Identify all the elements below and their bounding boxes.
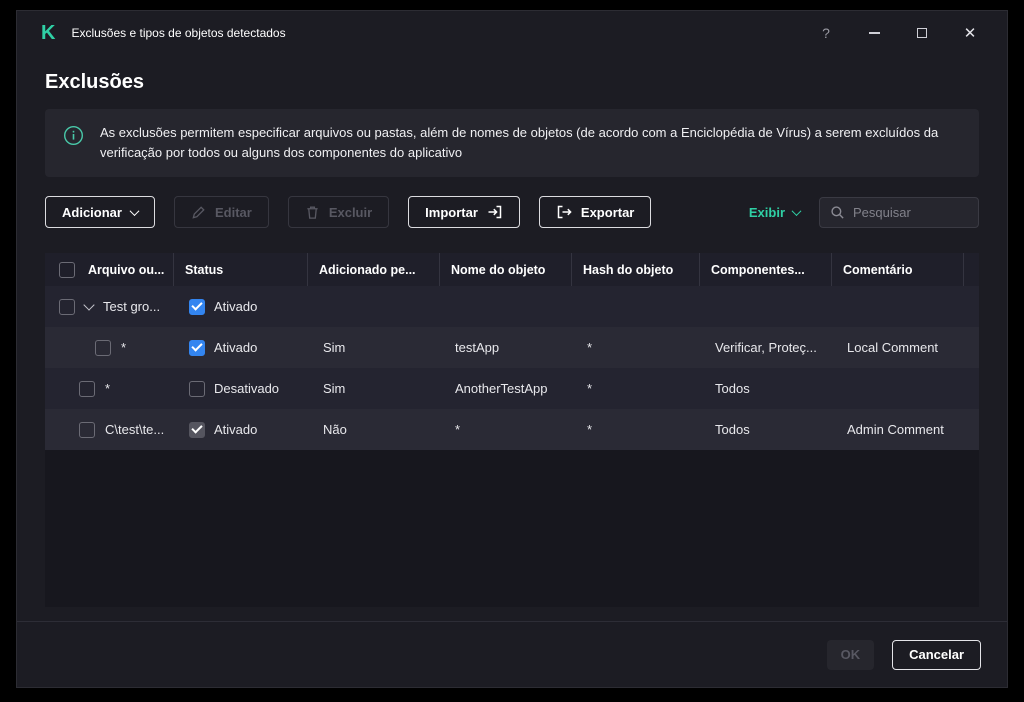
maximize-icon: [917, 28, 927, 38]
cell-comment: Admin Comment: [831, 422, 963, 437]
cell-components: Verificar, Proteç...: [699, 340, 831, 355]
cell-file: *: [45, 340, 173, 356]
table-header: Arquivo ou... Status Adicionado pe... No…: [45, 253, 979, 286]
status-label: Ativado: [214, 299, 257, 314]
main-content: Exclusões As exclusões permitem especifi…: [17, 55, 1007, 621]
info-banner: As exclusões permitem especificar arquiv…: [45, 109, 979, 177]
search-box[interactable]: [819, 197, 979, 228]
window-title: Exclusões e tipos de objetos detectados: [71, 26, 285, 40]
footer-bar: OK Cancelar: [17, 621, 1007, 687]
app-window: K Exclusões e tipos de objetos detectado…: [16, 10, 1008, 688]
file-name: *: [121, 340, 126, 355]
cell-status: Ativado: [173, 299, 307, 315]
status-checkbox[interactable]: [189, 381, 205, 397]
help-button[interactable]: ?: [813, 20, 839, 46]
trash-icon: [305, 205, 320, 220]
cell-file: Test gro...: [45, 299, 173, 315]
table-row[interactable]: C\test\te... Ativado Não * * Todos Admin…: [45, 409, 979, 450]
status-label: Ativado: [214, 422, 257, 437]
export-button-label: Exportar: [581, 205, 634, 220]
status-checkbox[interactable]: [189, 340, 205, 356]
delete-button-label: Excluir: [329, 205, 372, 220]
table-row[interactable]: * Desativado Sim AnotherTestApp * Todos: [45, 368, 979, 409]
titlebar: K Exclusões e tipos de objetos detectado…: [17, 11, 1007, 55]
status-checkbox[interactable]: [189, 422, 205, 438]
page-title: Exclusões: [45, 71, 979, 94]
cell-hash: *: [571, 381, 699, 396]
row-checkbox[interactable]: [79, 381, 95, 397]
minimize-button[interactable]: [861, 20, 887, 46]
info-icon: [63, 125, 84, 151]
import-icon: [487, 204, 503, 220]
status-label: Desativado: [214, 381, 279, 396]
status-label: Ativado: [214, 340, 257, 355]
cell-components: Todos: [699, 381, 831, 396]
select-all-cell: [45, 253, 77, 286]
chevron-down-icon: [792, 206, 802, 216]
ok-button[interactable]: OK: [827, 640, 875, 670]
cancel-button[interactable]: Cancelar: [892, 640, 981, 670]
cell-hash: *: [571, 422, 699, 437]
cell-components: Todos: [699, 422, 831, 437]
row-checkbox[interactable]: [79, 422, 95, 438]
edit-button-label: Editar: [215, 205, 252, 220]
import-button-label: Importar: [425, 205, 478, 220]
info-text: As exclusões permitem especificar arquiv…: [100, 123, 961, 163]
window-controls: ? ✕: [813, 20, 983, 46]
close-button[interactable]: ✕: [957, 20, 983, 46]
column-header-file[interactable]: Arquivo ou...: [77, 253, 173, 286]
column-header-status[interactable]: Status: [173, 253, 307, 286]
status-checkbox[interactable]: [189, 299, 205, 315]
select-all-checkbox[interactable]: [59, 262, 75, 278]
search-input[interactable]: [853, 205, 968, 220]
delete-button[interactable]: Excluir: [288, 196, 389, 228]
maximize-button[interactable]: [909, 20, 935, 46]
add-button-label: Adicionar: [62, 205, 122, 220]
cell-object: AnotherTestApp: [439, 381, 571, 396]
pencil-icon: [191, 205, 206, 220]
edit-button[interactable]: Editar: [174, 196, 269, 228]
column-header-object[interactable]: Nome do objeto: [439, 253, 571, 286]
column-header-added[interactable]: Adicionado pe...: [307, 253, 439, 286]
expand-chevron-icon[interactable]: [83, 299, 94, 310]
column-header-comment[interactable]: Comentário: [831, 253, 963, 286]
cell-added: Sim: [307, 381, 439, 396]
export-button[interactable]: Exportar: [539, 196, 651, 228]
toolbar: Adicionar Editar Excluir Importar: [45, 196, 979, 228]
cell-added: Sim: [307, 340, 439, 355]
cell-status: Ativado: [173, 422, 307, 438]
column-header-spare: [963, 253, 979, 286]
export-icon: [556, 204, 572, 220]
cell-hash: *: [571, 340, 699, 355]
cell-object: *: [439, 422, 571, 437]
cell-object: testApp: [439, 340, 571, 355]
cell-added: Não: [307, 422, 439, 437]
minimize-icon: [869, 32, 880, 34]
close-icon: ✕: [964, 24, 977, 42]
cell-status: Ativado: [173, 340, 307, 356]
import-button[interactable]: Importar: [408, 196, 520, 228]
column-header-hash[interactable]: Hash do objeto: [571, 253, 699, 286]
view-button[interactable]: Exibir: [749, 205, 800, 220]
file-name: *: [105, 381, 110, 396]
kaspersky-logo-icon: K: [41, 23, 55, 43]
table-row-group[interactable]: Test gro... Ativado: [45, 286, 979, 327]
chevron-down-icon: [130, 206, 140, 216]
column-header-components[interactable]: Componentes...: [699, 253, 831, 286]
table-empty-area: [45, 450, 979, 607]
cell-file: C\test\te...: [45, 422, 173, 438]
cell-comment: Local Comment: [831, 340, 963, 355]
group-name: Test gro...: [103, 299, 160, 314]
view-button-label: Exibir: [749, 205, 785, 220]
table-row[interactable]: * Ativado Sim testApp * Verificar, Prote…: [45, 327, 979, 368]
exclusions-table: Arquivo ou... Status Adicionado pe... No…: [45, 253, 979, 607]
row-checkbox[interactable]: [59, 299, 75, 315]
search-icon: [830, 205, 845, 220]
cell-status: Desativado: [173, 381, 307, 397]
add-button[interactable]: Adicionar: [45, 196, 155, 228]
cell-file: *: [45, 381, 173, 397]
row-checkbox[interactable]: [95, 340, 111, 356]
file-name: C\test\te...: [105, 422, 164, 437]
